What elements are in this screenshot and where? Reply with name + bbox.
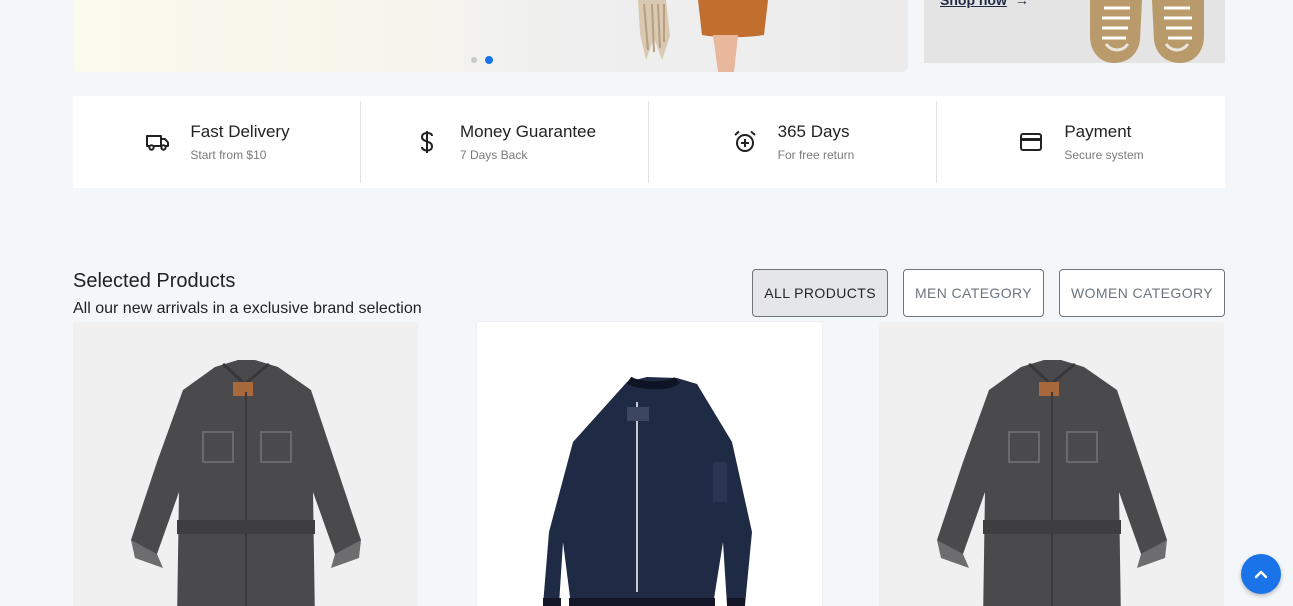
chevron-up-icon xyxy=(1254,570,1268,579)
feature-money-guarantee: Money Guarantee 7 Days Back xyxy=(361,96,649,188)
sneakers-image xyxy=(1090,0,1204,63)
scroll-to-top-button[interactable] xyxy=(1241,554,1281,594)
arrow-right-icon: → xyxy=(1014,0,1029,8)
product-card[interactable] xyxy=(477,322,822,606)
slider-dots xyxy=(471,56,493,64)
section-subtitle: All our new arrivals in a exclusive bran… xyxy=(73,300,422,317)
truck-icon xyxy=(144,129,170,155)
feature-payment: Payment Secure system xyxy=(937,96,1225,188)
feature-fast-delivery: Fast Delivery Start from $10 xyxy=(73,96,361,188)
feature-subtitle: 7 Days Back xyxy=(459,148,528,162)
feature-title: 365 Days xyxy=(777,122,850,141)
slider-dot-2[interactable] xyxy=(485,56,493,64)
feature-subtitle: For free return xyxy=(777,148,855,162)
promo-banner: Shop now → xyxy=(924,0,1225,63)
product-card[interactable] xyxy=(879,322,1224,606)
dollar-icon xyxy=(414,129,440,155)
feature-subtitle: Start from $10 xyxy=(190,148,267,162)
feature-title: Money Guarantee xyxy=(459,122,597,141)
hero-banner[interactable] xyxy=(73,0,908,72)
navy-bomber-jacket-image xyxy=(543,376,752,606)
credit-card-icon xyxy=(1018,129,1044,155)
shop-now-label: Shop now xyxy=(940,0,1007,8)
section-title: Selected Products xyxy=(73,270,236,292)
feature-title: Fast Delivery xyxy=(190,122,290,141)
product-card[interactable] xyxy=(73,322,418,606)
filter-all-products-button[interactable]: ALL PRODUCTS xyxy=(752,269,888,317)
features-bar: Fast Delivery Start from $10 Money Guara… xyxy=(73,96,1225,188)
filter-men-category-button[interactable]: MEN CATEGORY xyxy=(902,269,1045,317)
feature-title: Payment xyxy=(1064,122,1132,141)
slider-dot-1[interactable] xyxy=(471,57,477,63)
hero-model-image xyxy=(638,0,768,72)
category-filters: ALL PRODUCTS MEN CATEGORY WOMEN CATEGORY xyxy=(752,269,1225,317)
alarm-clock-icon xyxy=(732,129,758,155)
filter-women-category-button[interactable]: WOMEN CATEGORY xyxy=(1059,269,1225,317)
denim-dress-image xyxy=(131,360,361,606)
shop-now-link[interactable]: Shop now → xyxy=(940,0,1029,8)
denim-dress-image xyxy=(937,360,1167,606)
feature-subtitle: Secure system xyxy=(1064,148,1144,162)
feature-365-days: 365 Days For free return xyxy=(649,96,937,188)
